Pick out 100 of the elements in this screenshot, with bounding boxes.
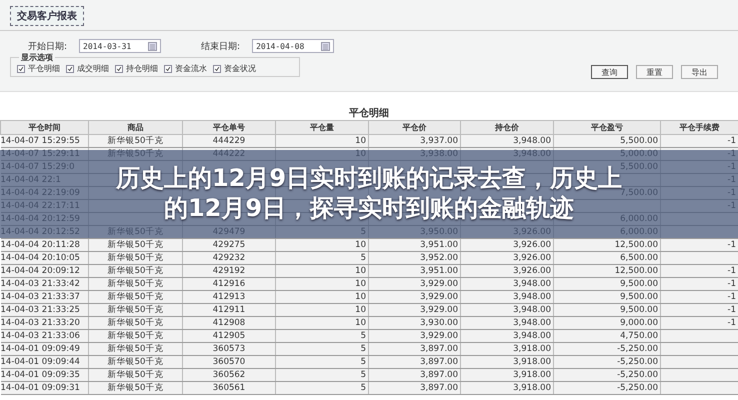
table-cell: 9,000.00 — [620, 318, 658, 328]
table-cell: 10 — [355, 292, 366, 302]
group-title: 显示选项 — [19, 52, 55, 63]
column-header: 平仓价 — [368, 120, 460, 134]
column-header: 商品 — [88, 120, 182, 134]
table-cell: 3,918.00 — [513, 357, 551, 367]
report-tab[interactable]: 交易客户报表 — [10, 6, 84, 26]
table-cell: 3,897.00 — [420, 357, 458, 367]
table-cell: 9,500.00 — [620, 292, 658, 302]
table-cell: 14-04-03 21:33:06 — [0, 331, 80, 341]
table-cell: 5 — [360, 383, 366, 393]
table-cell: 5,500.00 — [620, 136, 658, 146]
table-cell: 10 — [355, 305, 366, 315]
calendar-icon[interactable] — [321, 42, 330, 50]
table-cell: 3,948.00 — [513, 136, 551, 146]
option-label: 成交明细 — [77, 63, 109, 74]
table-cell: 360562 — [212, 370, 246, 380]
table-cell: 14-04-01 09:09:31 — [0, 383, 80, 393]
table-cell: 新华银50千克 — [108, 240, 164, 250]
table-cell: 3,948.00 — [513, 331, 551, 341]
table-cell: 14-04-01 09:09:44 — [0, 357, 80, 367]
table-cell: 10 — [355, 149, 366, 159]
option-label: 资金流水 — [175, 63, 207, 74]
toolbar-button[interactable]: 重置 — [636, 65, 673, 79]
table-cell: 新华银50千克 — [108, 357, 164, 367]
table-cell: 3,938.00 — [420, 149, 458, 159]
table-cell: -1 — [728, 292, 736, 302]
table-cell: 14-04-04 20:11:28 — [0, 240, 80, 250]
table-cell: 10 — [355, 240, 366, 250]
table-cell: 新华银50千克 — [108, 331, 164, 341]
table-cell: 5 — [360, 344, 366, 354]
table-cell: 3,952.00 — [420, 253, 458, 263]
column-header: 平仓单号 — [182, 120, 276, 134]
table-cell: 3,951.00 — [420, 266, 458, 276]
table-cell: 3,948.00 — [513, 305, 551, 315]
table-cell: 429192 — [212, 266, 246, 276]
table-cell: 360570 — [212, 357, 246, 367]
table-cell: 3,929.00 — [420, 292, 458, 302]
table-cell: -1 — [728, 266, 736, 276]
table-cell: 3,937.00 — [420, 136, 458, 146]
table-cell: 12,500.00 — [614, 266, 658, 276]
table-cell: 3,918.00 — [513, 344, 551, 354]
table-cell: 3,948.00 — [513, 318, 551, 328]
checkbox[interactable] — [17, 64, 25, 72]
table-cell: 429275 — [212, 240, 246, 250]
table-cell: 12,500.00 — [614, 240, 658, 250]
table-title: 平仓明细 — [348, 106, 390, 119]
toolbar-button[interactable]: 导出 — [681, 65, 718, 79]
table-cell: 3,951.00 — [420, 240, 458, 250]
table-cell: 10 — [355, 318, 366, 328]
date-field[interactable]: 2014-04-08 — [252, 39, 334, 53]
toolbar-button[interactable]: 查询 — [591, 65, 628, 79]
table-cell: 新华银50千克 — [108, 149, 164, 159]
table-cell: 3,929.00 — [420, 305, 458, 315]
table-cell: 3,926.00 — [513, 253, 551, 263]
table-cell: 412911 — [212, 305, 246, 315]
table-cell: -1 — [728, 136, 736, 146]
table-cell: 14-04-07 15:29:11 — [0, 149, 80, 159]
column-header: 平仓盈亏 — [554, 120, 660, 134]
checkbox[interactable] — [66, 64, 74, 72]
table-cell: 14-04-01 09:09:35 — [0, 370, 80, 380]
table-cell: 9,500.00 — [620, 305, 658, 315]
table-cell: 新华银50千克 — [108, 383, 164, 393]
table-cell: 3,897.00 — [420, 370, 458, 380]
table-cell: 10 — [355, 279, 366, 289]
column-header: 平仓时间 — [0, 120, 88, 134]
option-label: 资金状况 — [224, 63, 256, 74]
table-cell: 3,929.00 — [420, 331, 458, 341]
checkbox[interactable] — [213, 64, 221, 72]
headline: 历史上的12月9日实时到账的记录去查，历史上 — [116, 164, 622, 192]
table-cell: -5,250.00 — [617, 357, 658, 367]
date-label: 结束日期: — [201, 40, 240, 52]
table-cell: 5,000.00 — [620, 149, 658, 159]
table-cell: 10 — [355, 136, 366, 146]
table-cell: 5 — [360, 357, 366, 367]
table-cell: 新华银50千克 — [108, 344, 164, 354]
table-cell: 新华银50千克 — [108, 318, 164, 328]
calendar-icon[interactable] — [148, 42, 158, 50]
date-field[interactable]: 2014-03-31 — [79, 39, 162, 53]
table-cell: -1 — [728, 318, 736, 328]
table-cell: 5 — [360, 370, 366, 380]
table-cell: 444222 — [212, 149, 246, 159]
table-cell: -1 — [728, 240, 736, 250]
checkbox[interactable] — [115, 64, 123, 72]
column-header: 持仓价 — [460, 120, 554, 134]
table-cell: -5,250.00 — [617, 370, 658, 380]
table-cell: 14-04-01 09:09:49 — [0, 344, 80, 354]
table-cell: 9,500.00 — [620, 279, 658, 289]
column-header: 平仓手续费 — [660, 120, 738, 134]
table-cell: 5 — [360, 331, 366, 341]
table-cell: 412913 — [212, 292, 246, 302]
table-cell: 14-04-03 21:33:42 — [0, 279, 80, 289]
table-cell: 新华银50千克 — [108, 266, 164, 276]
table-cell: 412908 — [212, 318, 246, 328]
table-cell: 3,930.00 — [420, 318, 458, 328]
checkbox[interactable] — [164, 64, 172, 72]
table-cell: 360573 — [212, 344, 246, 354]
table-cell: 10 — [355, 266, 366, 276]
table-cell: 3,897.00 — [420, 344, 458, 354]
option-label: 平仓明细 — [28, 63, 60, 74]
